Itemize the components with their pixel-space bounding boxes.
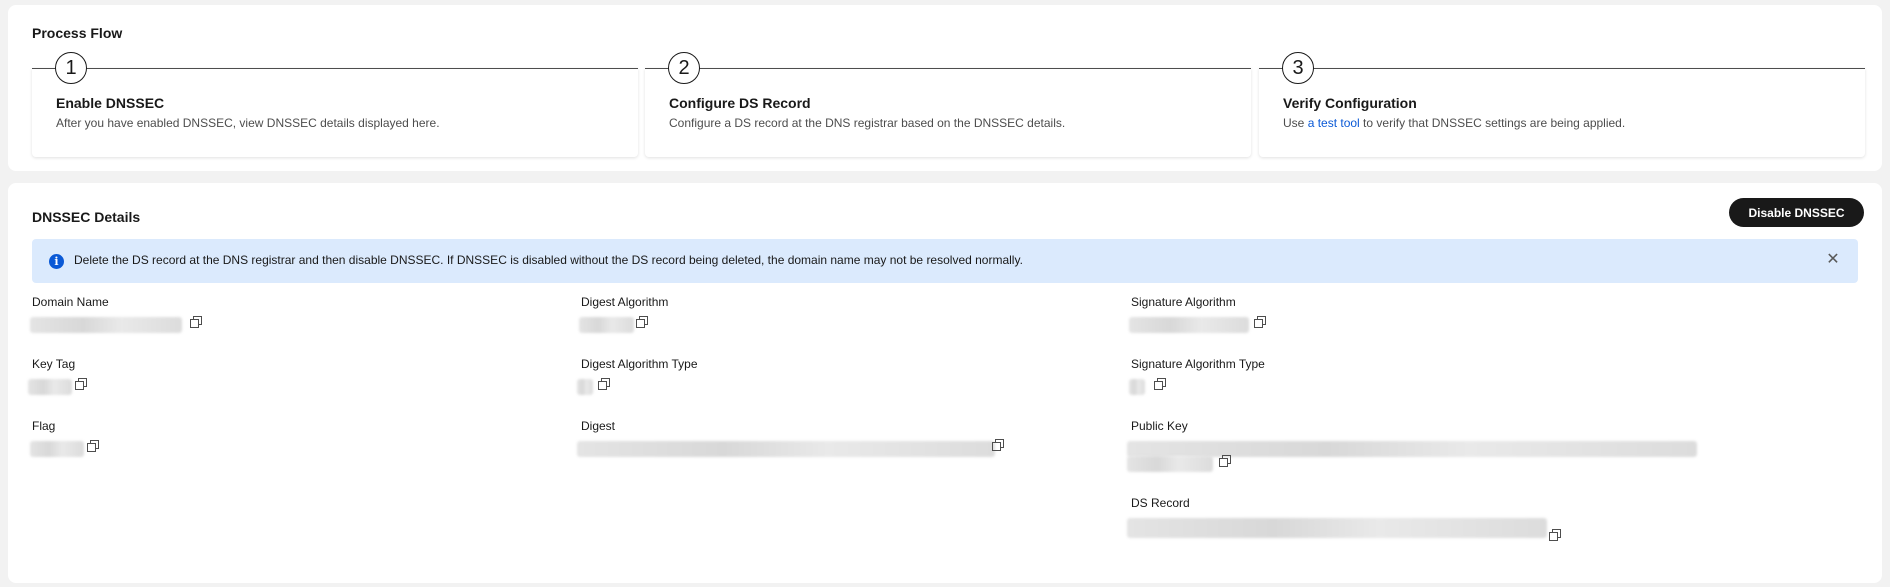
step-2-card xyxy=(645,68,1251,157)
copy-icon[interactable] xyxy=(1254,316,1266,328)
signature-algorithm-type-label: Signature Algorithm Type xyxy=(1131,357,1265,371)
step-3-desc-suffix: to verify that DNSSEC settings are being… xyxy=(1359,116,1626,130)
copy-icon[interactable] xyxy=(598,378,610,390)
domain-name-label: Domain Name xyxy=(32,295,109,309)
signature-algorithm-label: Signature Algorithm xyxy=(1131,295,1236,309)
copy-icon[interactable] xyxy=(87,440,99,452)
key-tag-value xyxy=(28,379,72,395)
copy-icon[interactable] xyxy=(75,378,87,390)
process-flow-title: Process Flow xyxy=(32,25,123,41)
step-3-line xyxy=(1259,68,1865,69)
copy-icon[interactable] xyxy=(1219,455,1231,467)
step-3-description: Use a test tool to verify that DNSSEC se… xyxy=(1283,116,1625,130)
alert-message: Delete the DS record at the DNS registra… xyxy=(74,253,1023,267)
copy-icon[interactable] xyxy=(190,316,202,328)
ds-record-value xyxy=(1127,518,1547,538)
step-1-line xyxy=(32,68,638,69)
digest-algorithm-type-label: Digest Algorithm Type xyxy=(581,357,698,371)
step-2-description: Configure a DS record at the DNS registr… xyxy=(669,116,1066,130)
test-tool-link[interactable]: a test tool xyxy=(1308,116,1360,130)
digest-algorithm-label: Digest Algorithm xyxy=(581,295,669,309)
key-tag-label: Key Tag xyxy=(32,357,76,371)
copy-icon[interactable] xyxy=(992,439,1004,451)
dnssec-details-title: DNSSEC Details xyxy=(32,209,141,225)
flag-value xyxy=(30,441,84,457)
digest-algorithm-type-value xyxy=(577,379,593,395)
digest-value xyxy=(577,441,995,457)
step-1-number: 1 xyxy=(55,52,87,84)
digest-algorithm-value xyxy=(579,317,634,333)
close-icon[interactable]: ✕ xyxy=(1824,251,1842,269)
signature-algorithm-value xyxy=(1129,317,1249,333)
step-2-line xyxy=(645,68,1251,69)
digest-label: Digest xyxy=(581,419,616,433)
step-3-card xyxy=(1259,68,1865,157)
public-key-value-line-1 xyxy=(1127,441,1697,457)
step-1-description: After you have enabled DNSSEC, view DNSS… xyxy=(56,116,440,130)
ds-record-label: DS Record xyxy=(1131,496,1190,510)
process-flow-card: Process Flow 1 Enable DNSSEC After you h… xyxy=(8,5,1882,171)
signature-algorithm-type-value xyxy=(1129,379,1145,395)
copy-icon[interactable] xyxy=(1549,529,1561,541)
step-2-title: Configure DS Record xyxy=(669,95,811,111)
flag-label: Flag xyxy=(32,419,56,433)
public-key-value-line-2 xyxy=(1127,456,1213,472)
step-1-card xyxy=(32,68,638,157)
step-2-number: 2 xyxy=(668,52,700,84)
copy-icon[interactable] xyxy=(1154,378,1166,390)
warning-alert: i Delete the DS record at the DNS regist… xyxy=(32,239,1858,283)
step-1-title: Enable DNSSEC xyxy=(56,95,165,111)
info-icon: i xyxy=(49,254,64,269)
dnssec-details-card: DNSSEC Details Disable DNSSEC i Delete t… xyxy=(8,183,1882,583)
step-3-desc-prefix: Use xyxy=(1283,116,1308,130)
step-3-number: 3 xyxy=(1282,52,1314,84)
step-3-title: Verify Configuration xyxy=(1283,95,1417,111)
domain-name-value xyxy=(30,317,182,333)
disable-dnssec-button[interactable]: Disable DNSSEC xyxy=(1729,198,1864,227)
copy-icon[interactable] xyxy=(636,316,648,328)
public-key-label: Public Key xyxy=(1131,419,1188,433)
